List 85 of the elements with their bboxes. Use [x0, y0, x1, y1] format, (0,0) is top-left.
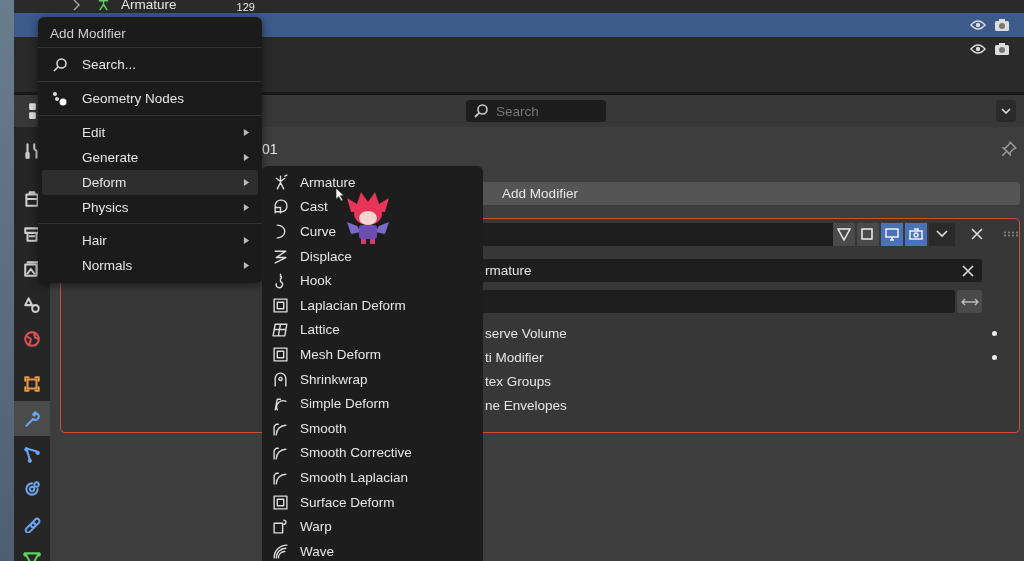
wave-icon [272, 542, 289, 560]
cursor-icon [335, 187, 344, 201]
menu-item[interactable]: Simple Deform [272, 391, 483, 416]
tools-icon [23, 141, 41, 160]
menu-item[interactable]: Geometry Nodes [42, 86, 258, 111]
submenu-arrow-icon [243, 261, 250, 270]
menu-item[interactable]: Normals [42, 253, 258, 278]
clear-icon[interactable] [962, 264, 974, 277]
chevron-icon[interactable] [72, 0, 80, 11]
menu-item[interactable]: Shrinkwrap [272, 366, 483, 392]
dropdown-button[interactable] [996, 100, 1016, 122]
search-field[interactable]: Search [466, 100, 606, 122]
triangle-vertices-icon [836, 226, 852, 242]
arch-icon [272, 370, 289, 388]
dropdown-button[interactable] [929, 222, 955, 246]
printer-icon [23, 224, 41, 243]
decorator-dot-icon[interactable] [992, 330, 997, 336]
chevron-down-icon [936, 230, 948, 238]
wrench-icon [23, 409, 41, 428]
zigzag-icon [272, 247, 289, 265]
option-label: serve Volume [485, 325, 567, 341]
toggle-button[interactable] [833, 222, 855, 246]
toggle-button[interactable] [857, 222, 879, 246]
toggle-button[interactable] [905, 222, 927, 246]
pin-icon[interactable] [1000, 140, 1018, 158]
drag-handle-icon[interactable] [1003, 231, 1019, 237]
square-vertices-icon [860, 226, 876, 242]
outliner-row[interactable]: Armature 129 [14, 0, 1024, 13]
monitor-icon [884, 226, 900, 242]
menu-item[interactable]: Edit [42, 120, 258, 145]
submenu-arrow-icon [243, 178, 250, 187]
menu-item[interactable]: Search... [42, 52, 258, 77]
square-frame-icon [272, 345, 289, 363]
swap-button[interactable] [957, 290, 982, 313]
menu-item[interactable]: Hair [42, 228, 258, 253]
eye-icon[interactable] [970, 19, 986, 31]
camera-icon[interactable] [994, 18, 1010, 32]
menu-item[interactable]: Mesh Deform [272, 342, 483, 367]
submenu-arrow-icon [243, 153, 250, 162]
search-icon [52, 56, 68, 73]
bone-count: 129 [236, 0, 255, 15]
menu-item[interactable]: Surface Deform [272, 489, 483, 515]
menu-item[interactable]: Generate [42, 145, 258, 170]
warp-icon [272, 518, 289, 536]
toggle-button[interactable] [881, 222, 903, 246]
images-icon [23, 259, 41, 278]
menu-item[interactable]: Deform [42, 170, 258, 195]
branch-icon [23, 444, 41, 463]
decorator-dot-icon[interactable] [992, 354, 997, 360]
orbit-icon [23, 479, 41, 498]
square-frame-icon [272, 493, 289, 511]
submenu-arrow-icon [243, 128, 250, 137]
menu-item[interactable]: Curve [272, 219, 483, 244]
menu-title: Add Modifier [49, 25, 127, 43]
menu-item[interactable]: Laplacian Deform [272, 292, 483, 318]
stick-figure-icon [96, 0, 111, 12]
menu-item[interactable]: Lattice [272, 317, 483, 343]
close-icon[interactable] [971, 228, 983, 240]
shapes-icon [23, 294, 41, 313]
grid-icon [272, 321, 289, 339]
menu-item[interactable]: Smooth Corrective [272, 440, 483, 466]
option-label: ne Envelopes [485, 397, 567, 413]
object-name: 01 [262, 141, 278, 157]
option-row[interactable]: ti Modifier [485, 345, 1019, 369]
search-icon [473, 103, 489, 119]
chevron-down-icon [1001, 108, 1011, 114]
menu-item[interactable]: Warp [272, 514, 483, 539]
eye-icon[interactable] [970, 43, 986, 55]
globe-icon [23, 329, 41, 348]
menu-item[interactable]: Smooth [272, 415, 483, 441]
camera-icon [908, 226, 924, 242]
option-row[interactable]: ne Envelopes [485, 393, 1019, 417]
option-row[interactable]: serve Volume [485, 321, 1019, 345]
option-label: tex Groups [485, 373, 552, 389]
dots-icon [52, 90, 68, 107]
square-frame-icon [272, 296, 289, 314]
option-label: ti Modifier [485, 349, 544, 365]
submenu-arrow-icon [243, 236, 250, 245]
menu-item[interactable]: Wave [272, 538, 483, 561]
camera-icon[interactable] [994, 42, 1010, 56]
double-arrow-icon [960, 296, 979, 307]
outliner-label: Armature [121, 0, 177, 14]
submenu-arrow-icon [243, 203, 250, 212]
menu-item[interactable]: Smooth Laplacian [272, 465, 483, 490]
option-row[interactable]: tex Groups [485, 369, 1019, 393]
